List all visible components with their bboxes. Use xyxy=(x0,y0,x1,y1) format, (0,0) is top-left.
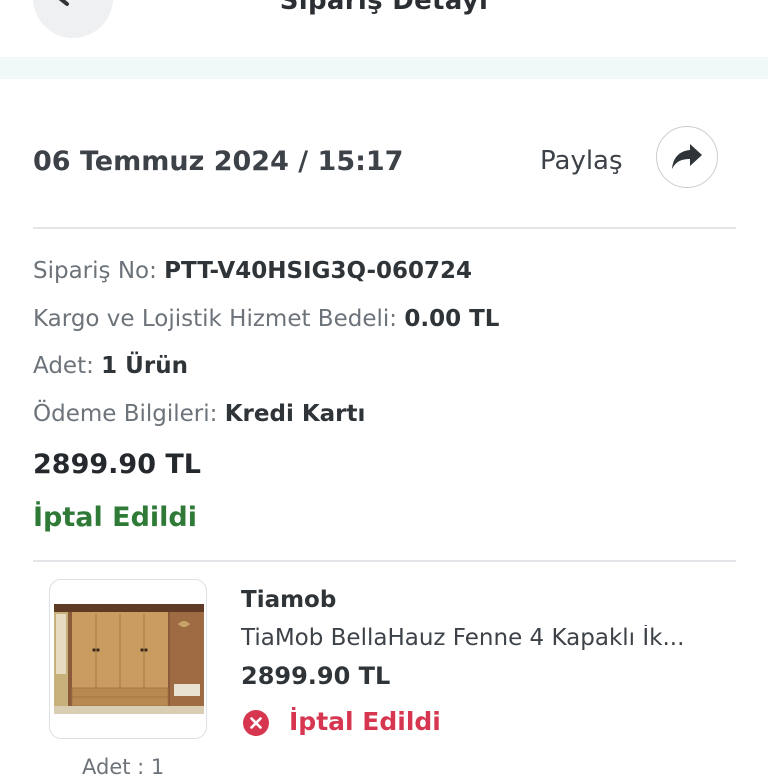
header-separator xyxy=(0,57,768,79)
wardrobe-image xyxy=(54,604,204,714)
cancel-circle-icon xyxy=(243,710,269,736)
item-name[interactable]: TiaMob BellaHauz Fenne 4 Kapaklı İk... xyxy=(241,625,736,651)
item-brand: Tiamob xyxy=(241,587,337,613)
order-number-label: Sipariş No: xyxy=(33,258,157,284)
quantity-value: 1 Ürün xyxy=(101,353,188,379)
share-label[interactable]: Paylaş xyxy=(540,146,623,176)
payment-label: Ödeme Bilgileri: xyxy=(33,401,218,427)
item-status: İptal Edildi xyxy=(289,707,441,736)
share-button[interactable] xyxy=(656,126,718,188)
payment-row: Ödeme Bilgileri: Kredi Kartı xyxy=(33,401,365,427)
cargo-fee-value: 0.00 TL xyxy=(404,306,500,332)
product-thumbnail[interactable] xyxy=(49,579,207,739)
quantity-label: Adet: xyxy=(33,353,94,379)
cargo-fee-row: Kargo ve Lojistik Hizmet Bedeli: 0.00 TL xyxy=(33,306,499,332)
order-total: 2899.90 TL xyxy=(33,449,201,480)
share-arrow-icon xyxy=(672,144,702,169)
order-number-row: Sipariş No: PTT-V40HSIG3Q-060724 xyxy=(33,258,472,284)
page-title: Sipariş Detayı xyxy=(279,0,489,16)
divider xyxy=(33,227,736,229)
header-bar: Sipariş Detayı xyxy=(0,0,768,58)
item-quantity: Adet : 1 xyxy=(82,755,165,779)
payment-value: Kredi Kartı xyxy=(224,401,366,427)
item-price: 2899.90 TL xyxy=(241,662,391,690)
cargo-fee-label: Kargo ve Lojistik Hizmet Bedeli: xyxy=(33,306,398,332)
order-status: İptal Edildi xyxy=(33,502,198,533)
order-date: 06 Temmuz 2024 / 15:17 xyxy=(33,146,404,177)
divider xyxy=(33,560,736,562)
quantity-row: Adet: 1 Ürün xyxy=(33,353,188,379)
order-number-value: PTT-V40HSIG3Q-060724 xyxy=(164,258,473,284)
